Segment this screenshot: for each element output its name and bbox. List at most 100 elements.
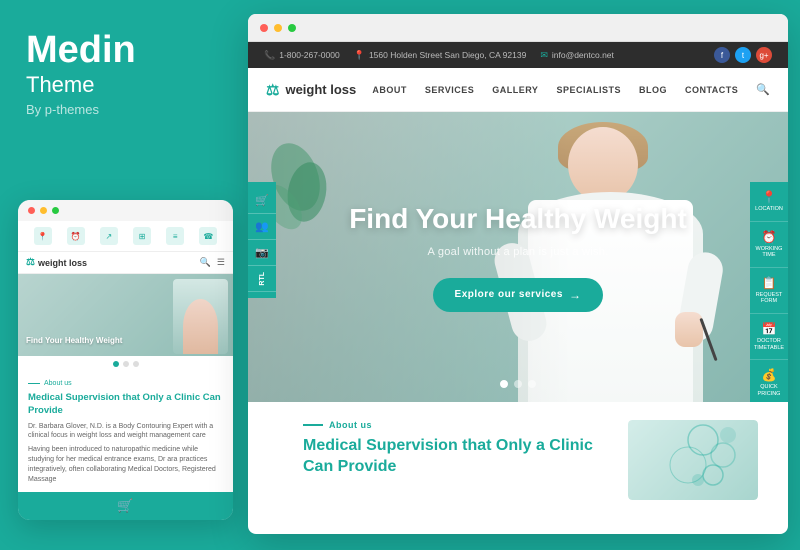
- left-nav-people[interactable]: 👥: [248, 214, 276, 240]
- topbar-phone: 📞 1-800-267-0000: [264, 50, 340, 61]
- about-right: [628, 420, 758, 500]
- facebook-button[interactable]: f: [714, 47, 730, 63]
- browser-minimize-dot: [274, 24, 282, 32]
- about-tag-text: About us: [329, 420, 372, 430]
- sidebar-pricing-button[interactable]: 💰 Quick Pricing: [750, 360, 788, 402]
- phone-slide-dot-1[interactable]: [113, 361, 119, 367]
- about-tag-line: [303, 424, 323, 426]
- sidebar-working-time-button[interactable]: ⏰ Working Time: [750, 222, 788, 268]
- site-logo: ⚖ weight loss: [266, 81, 356, 99]
- brand-subtitle: Theme: [26, 72, 209, 98]
- phone-slide-dot-3[interactable]: [133, 361, 139, 367]
- phone-menu-icon[interactable]: ☰: [217, 257, 225, 268]
- sidebar-calendar-icon: 📅: [762, 322, 777, 336]
- phone-logo: ⚖ weight loss: [26, 257, 87, 268]
- phone-logo-icon: ⚖: [26, 257, 35, 268]
- sidebar-request-label: Request Form: [754, 292, 784, 305]
- hero-dot-3[interactable]: [528, 380, 536, 388]
- left-panel: Medin Theme By p-themes 📍 ⏰ ↗ ⊞ ≡ ☎ ⚖ we…: [0, 0, 235, 550]
- hero-cta-button[interactable]: Explore our services →: [433, 278, 604, 312]
- hero-content: Find Your Healthy Weight A goal without …: [248, 112, 788, 402]
- site-sidebar-right: 📍 Location ⏰ Working Time 📋 Request Form…: [750, 182, 788, 402]
- brand-title: Medin: [26, 30, 209, 72]
- left-nav-cart[interactable]: 🛒: [248, 188, 276, 214]
- about-tag: About us: [303, 420, 608, 430]
- nav-blog[interactable]: Blog: [639, 85, 667, 95]
- about-left: About us Medical Supervision that Only a…: [303, 420, 608, 500]
- phone-search-icon[interactable]: 🔍: [200, 257, 211, 268]
- phone-icon-clock: ⏰: [67, 227, 85, 245]
- phone-dot-red: [28, 207, 35, 214]
- phone-icon-location: 📍: [34, 227, 52, 245]
- browser-maximize-dot: [288, 24, 296, 32]
- phone-icons-row: 📍 ⏰ ↗ ⊞ ≡ ☎: [18, 221, 233, 252]
- sidebar-location-icon: 📍: [762, 190, 777, 204]
- phone-dot-green: [52, 207, 59, 214]
- phone-mockup: 📍 ⏰ ↗ ⊞ ≡ ☎ ⚖ weight loss 🔍 ☰ Find Your …: [18, 200, 233, 520]
- phone-heading: Medical Supervision that Only a Clinic C…: [28, 391, 223, 418]
- sidebar-clock-icon: ⏰: [762, 230, 777, 244]
- phone-bottom-bar: 🛒: [18, 492, 233, 520]
- nav-gallery[interactable]: Gallery: [492, 85, 538, 95]
- site-about: About us Medical Supervision that Only a…: [248, 402, 788, 515]
- phone-icon-phone: ☎: [199, 227, 217, 245]
- hero-slide-dots: [500, 380, 536, 388]
- logo-scale-icon: ⚖: [266, 81, 279, 99]
- phone-icon-share: ↗: [100, 227, 118, 245]
- sidebar-timetable-button[interactable]: 📅 Doctor Timetable: [750, 314, 788, 360]
- phone-body-text: Dr. Barbara Glover, N.D. is a Body Conto…: [28, 422, 223, 442]
- twitter-button[interactable]: t: [735, 47, 751, 63]
- nav-specialists[interactable]: Specialists: [556, 85, 621, 95]
- dna-decoration: [628, 420, 748, 500]
- phone-about-line: [28, 383, 40, 385]
- browser-chrome: [248, 14, 788, 42]
- nav-contacts[interactable]: Contacts: [685, 85, 738, 95]
- nav-search-icon[interactable]: 🔍: [756, 83, 770, 96]
- left-nav-rtl-label: RTL: [259, 268, 266, 290]
- sidebar-location-button[interactable]: 📍 Location: [750, 182, 788, 222]
- googleplus-button[interactable]: g+: [756, 47, 772, 63]
- sidebar-location-label: Location: [755, 206, 783, 213]
- left-nav-rtl[interactable]: RTL: [248, 266, 276, 292]
- phone-icon-list: ≡: [166, 227, 184, 245]
- sidebar-form-icon: 📋: [762, 276, 777, 290]
- site-navbar: ⚖ weight loss About Services Gallery Spe…: [248, 68, 788, 112]
- phone-cart-icon[interactable]: 🛒: [117, 498, 133, 514]
- topbar-address: 📍 1560 Holden Street San Diego, CA 92139: [354, 50, 527, 61]
- browser-close-dot: [260, 24, 268, 32]
- site-left-nav: 🛒 👥 📷 RTL: [248, 182, 276, 298]
- hero-dot-1[interactable]: [500, 380, 508, 388]
- hero-dot-2[interactable]: [514, 380, 522, 388]
- site-topbar: 📞 1-800-267-0000 📍 1560 Holden Street Sa…: [248, 42, 788, 68]
- left-nav-camera[interactable]: 📷: [248, 240, 276, 266]
- topbar-email: ✉ info@dentco.net: [540, 50, 614, 61]
- sidebar-pricing-icon: 💰: [762, 368, 777, 382]
- phone-slide-dots: [18, 356, 233, 372]
- phone-hero-person: [173, 279, 228, 354]
- sidebar-timetable-label: Doctor Timetable: [754, 338, 784, 351]
- brand-author: By p-themes: [26, 102, 209, 117]
- about-image: [628, 420, 758, 500]
- hero-subtitle: A goal without a plan is just a wish.: [427, 246, 608, 258]
- phone-body-text-2: Having been introduced to naturopathic m…: [28, 445, 223, 484]
- phone-icon-grid: ⊞: [133, 227, 151, 245]
- phone-nav-actions: 🔍 ☰: [200, 257, 225, 268]
- nav-services[interactable]: Services: [425, 85, 474, 95]
- phone-slide-dot-2[interactable]: [123, 361, 129, 367]
- about-heading: Medical Supervision that Only a Clinic C…: [303, 436, 608, 478]
- phone-top-bar: [18, 200, 233, 221]
- topbar-left: 📞 1-800-267-0000 📍 1560 Holden Street Sa…: [264, 50, 614, 61]
- browser-mockup: 📞 1-800-267-0000 📍 1560 Holden Street Sa…: [248, 14, 788, 534]
- email-icon: ✉: [540, 50, 548, 61]
- nav-menu: About Services Gallery Specialists Blog …: [372, 83, 770, 96]
- location-icon: 📍: [354, 50, 365, 61]
- hero-title: Find Your Healthy Weight: [349, 202, 687, 236]
- nav-about[interactable]: About: [372, 85, 407, 95]
- phone-nav: ⚖ weight loss 🔍 ☰: [18, 252, 233, 274]
- phone-icon: 📞: [264, 50, 275, 61]
- hero-btn-arrow: →: [569, 288, 582, 302]
- sidebar-request-button[interactable]: 📋 Request Form: [750, 268, 788, 314]
- sidebar-working-label: Working Time: [754, 246, 784, 259]
- phone-about-tag: About us: [28, 380, 223, 387]
- logo-text: weight loss: [285, 82, 356, 97]
